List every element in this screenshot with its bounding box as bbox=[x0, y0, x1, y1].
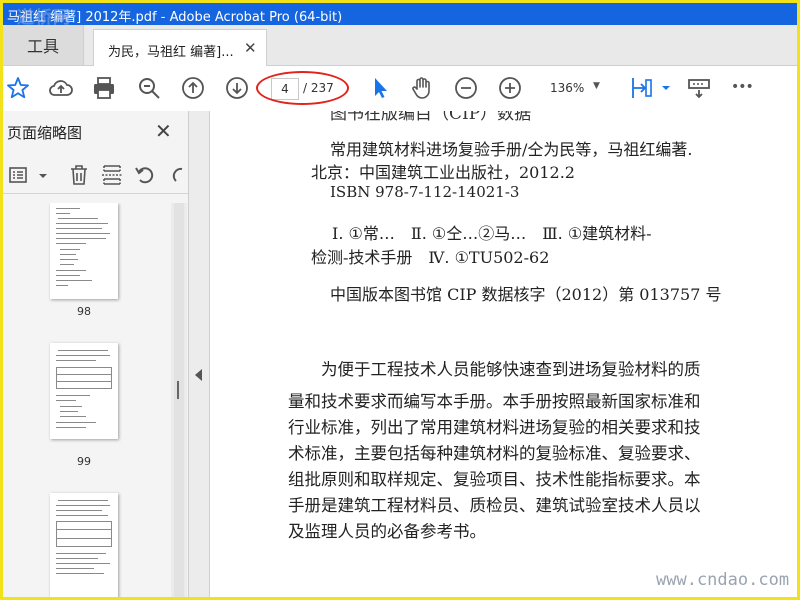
more-options-icon[interactable]: ••• bbox=[731, 79, 761, 105]
thumbnail-page-number: 99 bbox=[77, 455, 91, 468]
hand-tool-icon[interactable] bbox=[409, 75, 435, 101]
description-line: 行业标准，列出了常用建筑材料进场复验的相关要求和技 bbox=[288, 418, 701, 437]
select-cursor-icon[interactable] bbox=[367, 75, 393, 101]
print-icon[interactable] bbox=[91, 75, 117, 101]
next-page-icon[interactable] bbox=[224, 75, 250, 101]
previous-page-icon[interactable] bbox=[180, 75, 206, 101]
page-thumbnail[interactable] bbox=[50, 203, 118, 299]
main-toolbar: 4 / 237 136% ▼ ••• bbox=[3, 66, 797, 112]
zoom-select[interactable]: 136% ▼ bbox=[543, 77, 609, 101]
cip-line: 检测-技术手册 Ⅳ. ①TU502-62 bbox=[311, 248, 550, 267]
splitter-grip[interactable] bbox=[177, 381, 179, 399]
close-tab-icon[interactable]: ✕ bbox=[244, 39, 257, 57]
tab-tools[interactable]: 工具 bbox=[3, 25, 84, 65]
cip-line: ISBN 978-7-112-14021-3 bbox=[330, 183, 520, 201]
cip-line: 北京：中国建筑工业出版社，2012.2 bbox=[311, 163, 575, 182]
highlight-ring bbox=[256, 71, 349, 105]
zoom-value: 136% bbox=[550, 81, 585, 95]
page-thumbnail[interactable] bbox=[50, 493, 118, 597]
thumbnail-page-number: 98 bbox=[77, 305, 91, 318]
thumbnail-panel: 页面缩略图 ✕ 98 99 bbox=[3, 111, 189, 597]
close-panel-icon[interactable]: ✕ bbox=[155, 119, 172, 143]
title-bar: 马祖红 编著] 2012年.pdf - Adobe Acrobat Pro (6… bbox=[3, 3, 797, 28]
cut-off-heading: 图书在版编目（CIP）数据 bbox=[330, 111, 532, 124]
panel-title: 页面缩略图 bbox=[7, 124, 83, 142]
tab-bar: 工具 为民，马祖红 编著]... ✕ bbox=[3, 25, 797, 67]
star-icon[interactable] bbox=[5, 75, 31, 101]
trash-icon[interactable] bbox=[67, 163, 91, 187]
fit-page-icon[interactable] bbox=[629, 75, 655, 101]
document-view[interactable]: 图书在版编目（CIP）数据 常用建筑材料进场复验手册/仝为民等，马祖红编著. 北… bbox=[210, 111, 797, 597]
zoom-search-icon[interactable] bbox=[136, 75, 162, 101]
thumbnail-list: 98 99 bbox=[3, 203, 171, 597]
tab-document-label: 为民，马祖红 编著]... bbox=[108, 45, 234, 60]
description-line: 量和技术要求而编写本手册。本手册按照最新国家标准和 bbox=[288, 392, 701, 411]
zoom-in-icon[interactable] bbox=[497, 75, 523, 101]
insert-page-icon[interactable] bbox=[100, 163, 124, 187]
cip-line: 常用建筑材料进场复验手册/仝为民等，马祖红编著. bbox=[330, 140, 693, 159]
app-window: 马祖红 编著] 2012年.pdf - Adobe Acrobat Pro (6… bbox=[0, 0, 800, 600]
description-line: 及监理人员的必备参考书。 bbox=[288, 522, 486, 541]
description-line: 组批原则和取样规定、复验项目、技术性能指标要求。本 bbox=[288, 470, 701, 489]
cloud-upload-icon[interactable] bbox=[48, 75, 74, 101]
cip-line: Ⅰ. ①常… Ⅱ. ①仝…②马… Ⅲ. ①建筑材料- bbox=[332, 224, 652, 243]
rotate-right-icon[interactable] bbox=[165, 163, 183, 187]
thumbnail-options-icon[interactable] bbox=[8, 163, 32, 187]
chevron-down-icon: ▼ bbox=[593, 81, 600, 91]
thumbnail-scrollbar[interactable] bbox=[171, 203, 187, 597]
chevron-down-icon[interactable] bbox=[31, 163, 47, 187]
thumbnail-toolbar bbox=[3, 157, 188, 194]
tab-document[interactable]: 为民，马祖红 编著]... ✕ bbox=[93, 29, 267, 67]
description-line: 为便于工程技术人员能够快速查到进场复验材料的质 bbox=[321, 360, 701, 379]
chevron-down-icon[interactable] bbox=[653, 75, 670, 101]
collapse-panel-icon[interactable] bbox=[195, 369, 202, 381]
scrollbar-thumb[interactable] bbox=[174, 203, 184, 597]
rotate-left-icon[interactable] bbox=[133, 163, 157, 187]
description-line: 术标准，主要包括每种建筑材料的复验标准、复验要求、 bbox=[288, 444, 701, 463]
keyboard-scroll-icon[interactable] bbox=[686, 75, 712, 101]
page-thumbnail[interactable] bbox=[50, 343, 118, 439]
zoom-out-icon[interactable] bbox=[453, 75, 479, 101]
cip-line: 中国版本图书馆 CIP 数据核字（2012）第 013757 号 bbox=[330, 285, 722, 304]
site-watermark: www.cndao.com bbox=[656, 570, 790, 590]
description-line: 手册是建筑工程材料员、质检员、建筑试验室技术人员以 bbox=[288, 496, 701, 515]
panel-splitter[interactable] bbox=[177, 111, 210, 597]
